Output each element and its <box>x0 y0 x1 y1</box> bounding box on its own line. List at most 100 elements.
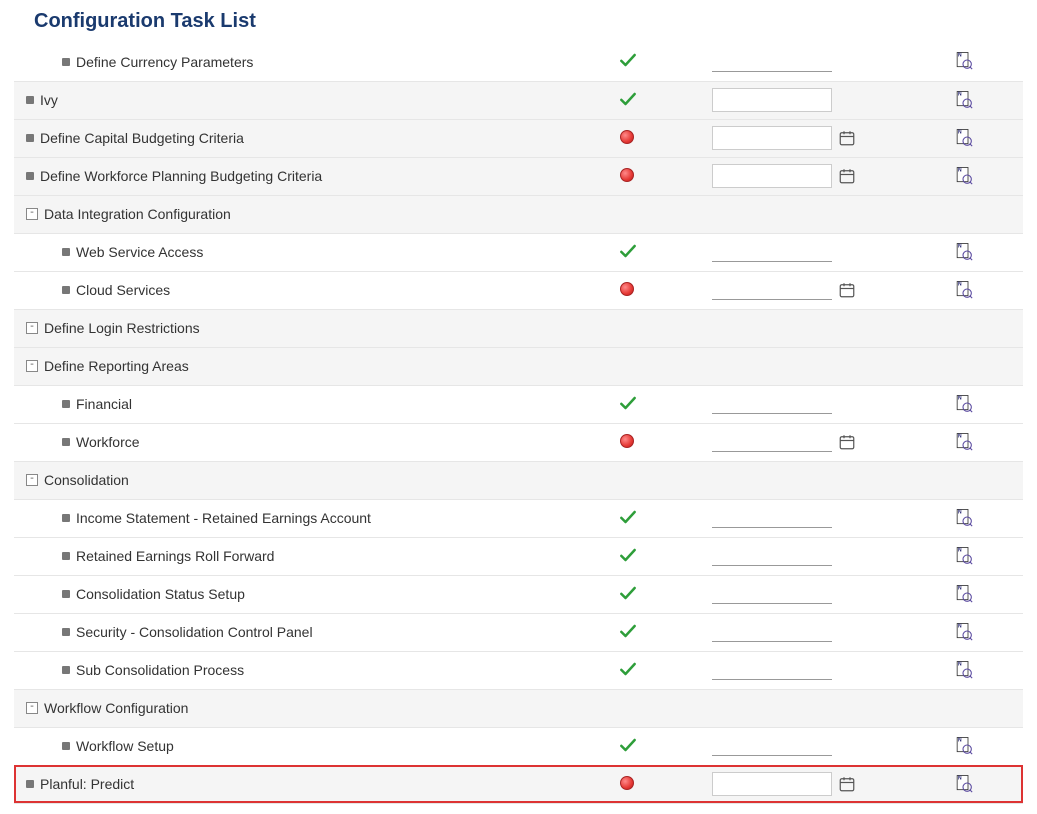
date-field[interactable] <box>712 280 832 300</box>
task-row-retained-earnings[interactable]: Retained Earnings Roll Forward <box>14 537 1023 575</box>
calendar-icon[interactable] <box>838 167 856 185</box>
notes-search-icon[interactable] <box>953 583 973 603</box>
collapse-icon[interactable]: - <box>26 322 38 334</box>
leaf-icon <box>26 134 34 142</box>
date-field[interactable] <box>712 546 832 566</box>
date-field[interactable] <box>712 52 832 72</box>
task-label[interactable]: Retained Earnings Roll Forward <box>76 548 274 564</box>
task-label[interactable]: Financial <box>76 396 132 412</box>
notes-search-icon[interactable] <box>953 431 973 451</box>
task-row-workforce[interactable]: Workforce <box>14 423 1023 461</box>
date-field[interactable] <box>712 584 832 604</box>
calendar-icon[interactable] <box>838 129 856 147</box>
task-row-consolidation[interactable]: -Consolidation <box>14 461 1023 499</box>
task-label[interactable]: Security - Consolidation Control Panel <box>76 624 313 640</box>
date-input[interactable] <box>712 126 832 150</box>
check-icon <box>618 50 636 68</box>
task-row-ivy[interactable]: Ivy <box>14 81 1023 119</box>
leaf-icon <box>62 552 70 560</box>
task-label[interactable]: Define Currency Parameters <box>76 54 253 70</box>
leaf-icon <box>62 286 70 294</box>
notes-search-icon[interactable] <box>953 50 973 70</box>
notes-search-icon[interactable] <box>953 659 973 679</box>
task-row-consolidation-status-setup[interactable]: Consolidation Status Setup <box>14 575 1023 613</box>
task-label[interactable]: Define Workforce Planning Budgeting Crit… <box>40 168 322 184</box>
date-field[interactable] <box>712 660 832 680</box>
date-field[interactable] <box>712 736 832 756</box>
task-row-planful-predict[interactable]: Planful: Predict <box>14 765 1023 803</box>
task-label[interactable]: Planful: Predict <box>40 776 134 792</box>
notes-search-icon[interactable] <box>953 241 973 261</box>
date-input[interactable] <box>712 772 832 796</box>
task-row-sub-consolidation[interactable]: Sub Consolidation Process <box>14 651 1023 689</box>
task-label[interactable]: Define Reporting Areas <box>44 358 189 374</box>
notes-search-icon[interactable] <box>953 127 973 147</box>
task-row-financial[interactable]: Financial <box>14 385 1023 423</box>
notes-search-icon[interactable] <box>953 735 973 755</box>
task-table: Define Currency Parameters Ivy Define Capi… <box>14 43 1023 804</box>
task-row-define-login-restrictions[interactable]: -Define Login Restrictions <box>14 309 1023 347</box>
date-input[interactable] <box>712 164 832 188</box>
notes-search-icon[interactable] <box>953 279 973 299</box>
task-label[interactable]: Consolidation <box>44 472 129 488</box>
task-row-define-workforce-budget[interactable]: Define Workforce Planning Budgeting Crit… <box>14 157 1023 195</box>
task-label[interactable]: Income Statement - Retained Earnings Acc… <box>76 510 371 526</box>
task-row-define-capital-budget[interactable]: Define Capital Budgeting Criteria <box>14 119 1023 157</box>
notes-search-icon[interactable] <box>953 773 973 793</box>
leaf-icon <box>62 742 70 750</box>
date-input[interactable] <box>712 88 832 112</box>
task-row-data-integration-config[interactable]: -Data Integration Configuration <box>14 195 1023 233</box>
task-row-cloud-services[interactable]: Cloud Services <box>14 271 1023 309</box>
leaf-icon <box>62 590 70 598</box>
task-label[interactable]: Data Integration Configuration <box>44 206 231 222</box>
leaf-icon <box>26 96 34 104</box>
notes-search-icon[interactable] <box>953 621 973 641</box>
task-row-workflow-setup[interactable]: Workflow Setup <box>14 727 1023 765</box>
calendar-icon[interactable] <box>838 433 856 451</box>
date-field[interactable] <box>712 508 832 528</box>
notes-search-icon[interactable] <box>953 393 973 413</box>
date-field[interactable] <box>712 242 832 262</box>
collapse-icon[interactable]: - <box>26 360 38 372</box>
status-red-icon <box>620 776 634 790</box>
collapse-icon[interactable]: - <box>26 702 38 714</box>
task-label[interactable]: Define Capital Budgeting Criteria <box>40 130 244 146</box>
date-field[interactable] <box>712 622 832 642</box>
leaf-icon <box>62 438 70 446</box>
task-label[interactable]: Consolidation Status Setup <box>76 586 245 602</box>
task-label[interactable]: Workflow Setup <box>76 738 174 754</box>
notes-search-icon[interactable] <box>953 165 973 185</box>
task-label[interactable]: Define Login Restrictions <box>44 320 200 336</box>
date-field[interactable] <box>712 394 832 414</box>
date-field[interactable] <box>712 432 832 452</box>
notes-search-icon[interactable] <box>953 545 973 565</box>
status-red-icon <box>620 168 634 182</box>
task-row-income-statement[interactable]: Income Statement - Retained Earnings Acc… <box>14 499 1023 537</box>
task-label[interactable]: Web Service Access <box>76 244 203 260</box>
leaf-icon <box>26 172 34 180</box>
collapse-icon[interactable]: - <box>26 474 38 486</box>
status-red-icon <box>620 130 634 144</box>
task-row-define-currency-params[interactable]: Define Currency Parameters <box>14 43 1023 81</box>
collapse-icon[interactable]: - <box>26 208 38 220</box>
notes-search-icon[interactable] <box>953 507 973 527</box>
task-row-web-service-access[interactable]: Web Service Access <box>14 233 1023 271</box>
calendar-icon[interactable] <box>838 281 856 299</box>
task-label[interactable]: Ivy <box>40 92 58 108</box>
task-label[interactable]: Workflow Configuration <box>44 700 188 716</box>
check-icon <box>618 393 636 411</box>
check-icon <box>618 545 636 563</box>
task-row-workflow-config[interactable]: -Workflow Configuration <box>14 689 1023 727</box>
check-icon <box>618 507 636 525</box>
check-icon <box>618 621 636 639</box>
task-label[interactable]: Workforce <box>76 434 140 450</box>
page-title: Configuration Task List <box>34 10 1023 33</box>
leaf-icon <box>62 628 70 636</box>
leaf-icon <box>62 514 70 522</box>
notes-search-icon[interactable] <box>953 89 973 109</box>
task-label[interactable]: Sub Consolidation Process <box>76 662 244 678</box>
task-row-security-consolidation[interactable]: Security - Consolidation Control Panel <box>14 613 1023 651</box>
task-label[interactable]: Cloud Services <box>76 282 170 298</box>
calendar-icon[interactable] <box>838 775 856 793</box>
task-row-define-reporting-areas[interactable]: -Define Reporting Areas <box>14 347 1023 385</box>
